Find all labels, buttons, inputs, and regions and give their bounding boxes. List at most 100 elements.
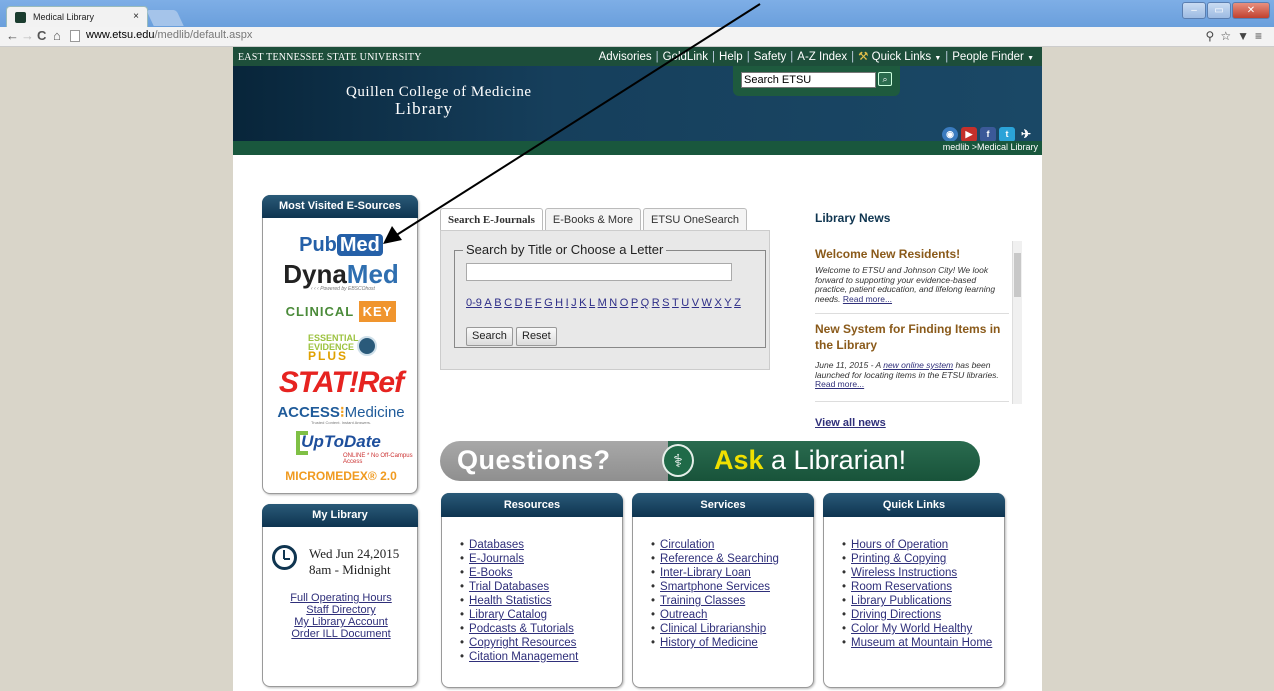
list-item[interactable]: Room Reservations [842, 580, 992, 594]
letter-link[interactable]: W [702, 297, 712, 309]
view-all-news-link[interactable]: View all news [815, 417, 886, 429]
letter-link[interactable]: O [620, 297, 629, 309]
globe-icon[interactable]: ◉ [942, 127, 958, 142]
clinicalkey-logo[interactable]: CLINICAL KEY [263, 301, 419, 322]
help-link[interactable]: Help [719, 51, 743, 63]
maximize-icon[interactable]: ▭ [1207, 2, 1231, 19]
list-item[interactable]: Databases [460, 538, 578, 552]
new-online-system-link[interactable]: new online system [883, 360, 953, 370]
letter-link[interactable]: L [589, 297, 595, 309]
letter-link[interactable]: A [484, 297, 491, 309]
list-item[interactable]: E-Journals [460, 552, 578, 566]
letter-link[interactable]: V [692, 297, 699, 309]
window-close-icon[interactable]: ✕ [1232, 2, 1270, 19]
share-icon[interactable]: ✈ [1018, 127, 1034, 142]
list-item[interactable]: Trial Databases [460, 580, 578, 594]
letter-link[interactable]: R [652, 297, 660, 309]
list-item[interactable]: Health Statistics [460, 594, 578, 608]
list-item[interactable]: Reference & Searching [651, 552, 779, 566]
list-item[interactable]: Driving Directions [842, 608, 992, 622]
list-item[interactable]: Citation Management [460, 650, 578, 664]
etsu-search-input[interactable] [741, 72, 876, 88]
url-field[interactable]: www.etsu.edu/medlib/default.aspx [86, 29, 252, 41]
letter-link[interactable]: U [681, 297, 689, 309]
read-more-link-2[interactable]: Read more... [815, 379, 864, 389]
letter-link[interactable]: J [571, 297, 577, 309]
tab-ebooks[interactable]: E-Books & More [544, 208, 641, 231]
extension-icon[interactable]: ▼ [1237, 29, 1255, 43]
essential-evidence-logo[interactable]: ESSENTIAL EVIDENCE PLUS [308, 334, 359, 363]
minimize-icon[interactable]: – [1182, 2, 1206, 19]
tab-onesearch[interactable]: ETSU OneSearch [642, 208, 748, 231]
bookmark-star-icon[interactable]: ☆ [1220, 29, 1237, 43]
letter-link[interactable]: X [714, 297, 721, 309]
tab-search-ejournals[interactable]: Search E-Journals [440, 208, 543, 232]
order-ill-link[interactable]: Order ILL Document [263, 628, 419, 640]
university-name[interactable]: EAST TENNESSEE STATE UNIVERSITY [238, 52, 422, 63]
pubmed-logo[interactable]: Pub Med [263, 234, 419, 257]
az-index-link[interactable]: A-Z Index [797, 51, 847, 63]
list-item[interactable]: Copyright Resources [460, 636, 578, 650]
list-item[interactable]: Inter-Library Loan [651, 566, 779, 580]
search-button[interactable]: Search [466, 327, 513, 346]
list-item[interactable]: Color My World Healthy [842, 622, 992, 636]
breadcrumb[interactable]: medlib >Medical Library [943, 142, 1038, 152]
list-item[interactable]: Library Catalog [460, 608, 578, 622]
library-account-link[interactable]: My Library Account [263, 616, 419, 628]
letter-link[interactable]: S [662, 297, 669, 309]
list-item[interactable]: History of Medicine [651, 636, 779, 650]
letter-link[interactable]: 0-9 [466, 297, 482, 309]
news-heading-1[interactable]: Welcome New Residents! [815, 247, 960, 261]
news-scrollbar[interactable] [1012, 241, 1022, 404]
new-tab-button[interactable] [146, 10, 184, 26]
tab-close-icon[interactable]: × [133, 11, 139, 22]
menu-icon[interactable]: ≡ [1255, 29, 1268, 43]
letter-link[interactable]: G [544, 297, 553, 309]
list-item[interactable]: Museum at Mountain Home [842, 636, 992, 650]
list-item[interactable]: Printing & Copying [842, 552, 992, 566]
scrollbar-thumb[interactable] [1014, 253, 1021, 297]
letter-link[interactable]: Y [724, 297, 731, 309]
letter-link[interactable]: H [555, 297, 563, 309]
staff-directory-link[interactable]: Staff Directory [263, 604, 419, 616]
letter-link[interactable]: M [598, 297, 607, 309]
letter-link[interactable]: I [566, 297, 569, 309]
letter-link[interactable]: T [672, 297, 679, 309]
reset-button[interactable]: Reset [516, 327, 557, 346]
news-heading-2[interactable]: New System for Finding Items in the Libr… [815, 321, 1013, 353]
list-item[interactable]: Hours of Operation [842, 538, 992, 552]
letter-link[interactable]: P [631, 297, 638, 309]
home-icon[interactable]: ⌂ [53, 28, 61, 43]
list-item[interactable]: Training Classes [651, 594, 779, 608]
letter-link[interactable]: D [515, 297, 523, 309]
accessmedicine-logo[interactable]: ACCESS⁝Medicine [263, 403, 419, 421]
twitter-icon[interactable]: t [999, 127, 1015, 142]
letter-link[interactable]: Z [734, 297, 741, 309]
list-item[interactable]: E-Books [460, 566, 578, 580]
micromedex-logo[interactable]: MICROMEDEX® 2.0 [263, 469, 419, 483]
facebook-icon[interactable]: f [980, 127, 996, 142]
letter-link[interactable]: C [504, 297, 512, 309]
letter-link[interactable]: B [494, 297, 501, 309]
title-search-input[interactable] [466, 263, 732, 281]
letter-link[interactable]: F [535, 297, 542, 309]
letter-link[interactable]: E [525, 297, 532, 309]
letter-link[interactable]: N [609, 297, 617, 309]
forward-icon[interactable]: → [21, 28, 34, 43]
statref-logo[interactable]: STAT!Ref [263, 366, 419, 400]
list-item[interactable]: Clinical Librarianship [651, 622, 779, 636]
full-hours-link[interactable]: Full Operating Hours [263, 592, 419, 604]
list-item[interactable]: Circulation [651, 538, 779, 552]
quick-links-menu[interactable]: Quick Links [872, 51, 931, 63]
back-icon[interactable]: ← [6, 28, 19, 43]
list-item[interactable]: Library Publications [842, 594, 992, 608]
reload-icon[interactable]: C [37, 28, 46, 43]
uptodate-logo[interactable]: UpToDate [263, 432, 419, 452]
people-finder-menu[interactable]: People Finder [952, 51, 1024, 63]
zoom-icon[interactable]: ⚲ [1206, 29, 1221, 43]
list-item[interactable]: Smartphone Services [651, 580, 779, 594]
safety-link[interactable]: Safety [754, 51, 787, 63]
list-item[interactable]: Podcasts & Tutorials [460, 622, 578, 636]
list-item[interactable]: Wireless Instructions [842, 566, 992, 580]
read-more-link-1[interactable]: Read more... [843, 294, 892, 304]
